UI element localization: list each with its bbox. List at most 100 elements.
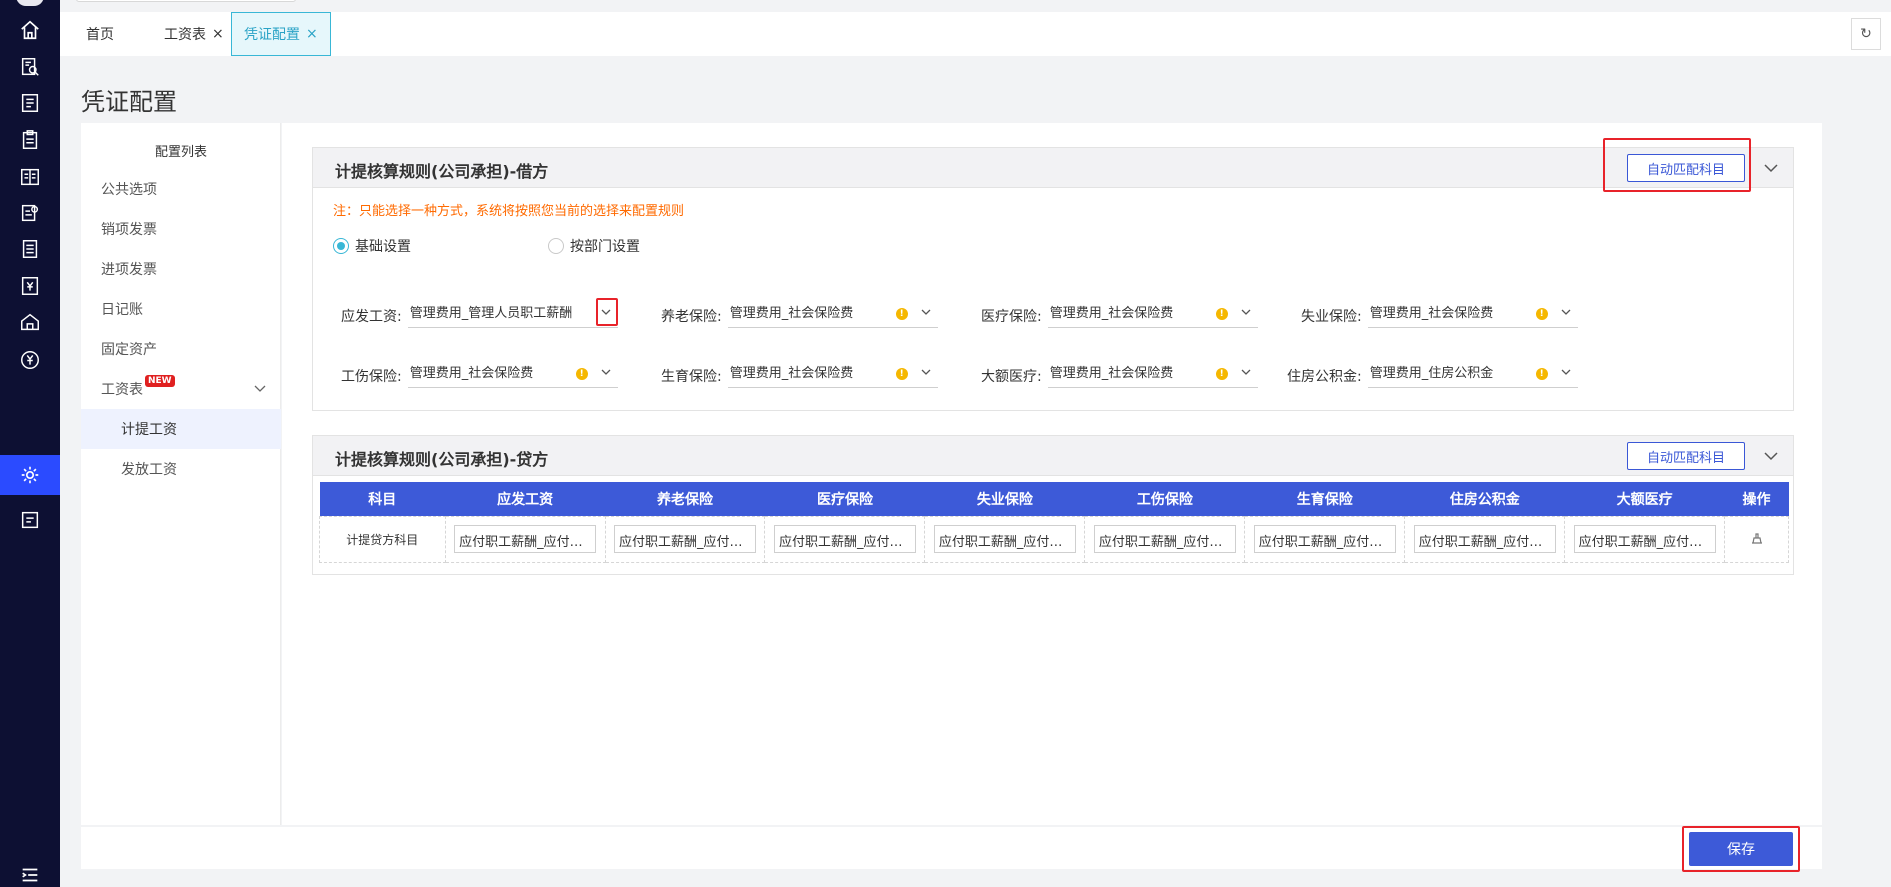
top-strip [60, 0, 1891, 12]
table-cell [1724, 515, 1789, 563]
account-input[interactable]: 应付职工薪酬_应付社会保险费 [773, 525, 916, 553]
field-label: 应发工资: [341, 309, 402, 325]
account-input[interactable]: 应付职工薪酬_应付工资 [454, 525, 597, 553]
ledger-icon[interactable] [0, 157, 60, 197]
select-value: 管理费用_社会保险费 [1369, 306, 1494, 321]
tab-voucher-config[interactable]: 凭证配置 × [231, 12, 331, 56]
account-select[interactable]: 管理费用_管理人员职工薪酬 [407, 298, 618, 328]
credit-section-header: 计提核算规则(公司承担)-贷方 自动匹配科目 [313, 436, 1793, 476]
close-icon[interactable]: × [212, 26, 224, 42]
sidebar-item-accrue-salary[interactable]: 计提工资 [81, 409, 281, 449]
select-value: 管理费用_社会保险费 [729, 306, 854, 321]
clear-icon[interactable] [1750, 531, 1764, 545]
select-value: 管理费用_住房公积金 [1369, 366, 1494, 381]
field-major-medical: 大额医疗: 管理费用_社会保险费 ! [981, 358, 1258, 388]
tab-home[interactable]: 首页 [86, 12, 114, 56]
warning-icon: ! [895, 308, 908, 320]
account-select[interactable]: 管理费用_社会保险费 ! [1047, 298, 1258, 328]
account-input[interactable]: 应付职工薪酬_应付社会保险费 [933, 525, 1076, 553]
radio-basic-settings[interactable]: 基础设置 [333, 236, 411, 256]
report-icon[interactable] [0, 229, 60, 269]
chevron-down-icon[interactable] [920, 306, 932, 318]
save-button[interactable]: 保存 [1689, 832, 1793, 866]
menu-collapse-icon[interactable] [0, 855, 60, 887]
sidebar-item-pay-salary[interactable]: 发放工资 [81, 449, 281, 489]
sidebar-item-label: 销项发票 [101, 222, 157, 238]
yen-document-icon[interactable] [0, 266, 60, 306]
chevron-down-icon[interactable] [1560, 366, 1572, 378]
field-maternity: 生育保险: 管理费用_社会保险费 ! [661, 358, 938, 388]
sidebar-item-label: 进项发票 [101, 262, 157, 278]
account-select[interactable]: 管理费用_社会保险费 ! [727, 358, 938, 388]
building-icon[interactable] [0, 302, 60, 342]
sidebar-item-journal[interactable]: 日记账 [81, 289, 281, 329]
account-select[interactable]: 管理费用_社会保险费 ! [1047, 358, 1258, 388]
select-value: 管理费用_社会保险费 [409, 366, 534, 381]
chevron-down-icon[interactable] [920, 366, 932, 378]
home-icon[interactable] [0, 10, 60, 50]
chevron-down-icon[interactable] [253, 381, 267, 395]
sidebar-item-salary-sheet[interactable]: 工资表 NEW [81, 369, 281, 409]
section-title: 计提核算规则(公司承担)-贷方 [335, 450, 549, 469]
settings-document-icon[interactable] [0, 193, 60, 233]
chevron-down-icon[interactable] [600, 306, 612, 318]
column-header: 科目 [319, 482, 446, 516]
auto-match-button[interactable]: 自动匹配科目 [1627, 442, 1745, 470]
chevron-down-icon[interactable] [1763, 448, 1779, 464]
field-medical: 医疗保险: 管理费用_社会保险费 ! [981, 298, 1258, 328]
sidebar-title: 配置列表 [154, 145, 207, 160]
table-header-row: 科目 应发工资 养老保险 医疗保险 失业保险 工伤保险 生育保险 住房公积金 大… [319, 482, 1789, 516]
warning-icon: ! [1535, 308, 1548, 320]
clipboard-icon[interactable] [0, 120, 60, 160]
account-input[interactable]: 应付职工薪酬_应付社会保险费 [1573, 525, 1716, 553]
column-header: 应发工资 [445, 482, 606, 516]
table-cell: 应付职工薪酬_应付工资 [444, 515, 606, 563]
column-header: 大额医疗 [1564, 482, 1725, 516]
chevron-down-icon[interactable] [1560, 306, 1572, 318]
tab-label: 首页 [86, 27, 114, 43]
field-label: 养老保险: [661, 309, 722, 325]
account-input[interactable]: 应付职工薪酬_应付社会保险费 [614, 525, 757, 553]
form-icon[interactable] [0, 500, 60, 540]
debit-section: 计提核算规则(公司承担)-借方 自动匹配科目 注：只能选择一种方式，系统将按照您… [312, 138, 1794, 411]
sidebar-item-fixed-assets[interactable]: 固定资产 [81, 329, 281, 369]
list-document-icon[interactable] [0, 83, 60, 123]
avatar[interactable] [16, 0, 44, 6]
account-select[interactable]: 管理费用_住房公积金 ! [1367, 358, 1578, 388]
left-nav-rail [0, 0, 60, 887]
chevron-down-icon[interactable] [600, 366, 612, 378]
gear-icon[interactable] [0, 455, 60, 495]
account-input[interactable]: 应付职工薪酬_应付社会保险费 [1253, 525, 1396, 553]
sidebar-item-purchase-invoice[interactable]: 进项发票 [81, 249, 281, 289]
top-search-pill[interactable] [76, 0, 296, 2]
account-select[interactable]: 管理费用_社会保险费 ! [1367, 298, 1578, 328]
chevron-down-icon[interactable] [1763, 160, 1779, 176]
tab-bar: 首页 工资表 × 凭证配置 × ↻ [60, 12, 1891, 56]
radio-by-department[interactable]: 按部门设置 [548, 236, 640, 256]
close-icon[interactable]: × [306, 26, 318, 42]
account-input[interactable]: 应付职工薪酬_应付住房公积金 [1413, 525, 1556, 553]
field-gross-salary: 应发工资: 管理费用_管理人员职工薪酬 [341, 298, 618, 328]
sidebar-item-public-options[interactable]: 公共选项 [81, 169, 281, 209]
section-title: 计提核算规则(公司承担)-借方 [335, 162, 549, 181]
select-value: 管理费用_管理人员职工薪酬 [409, 306, 573, 321]
account-select[interactable]: 管理费用_社会保险费 ! [407, 358, 618, 388]
table-row: 计提贷方科目 应付职工薪酬_应付工资 应付职工薪酬_应付社会保险费 应付职工薪酬… [319, 515, 1789, 563]
refresh-icon[interactable]: ↻ [1851, 18, 1881, 50]
chevron-down-icon[interactable] [1240, 306, 1252, 318]
column-header: 操作 [1724, 482, 1789, 516]
field-label: 失业保险: [1301, 309, 1362, 325]
account-select[interactable]: 管理费用_社会保险费 ! [727, 298, 938, 328]
chevron-down-icon[interactable] [1240, 366, 1252, 378]
sidebar-item-label: 工资表 [101, 382, 143, 398]
sidebar-item-label: 日记账 [101, 302, 143, 318]
account-input[interactable]: 应付职工薪酬_应付社会保险费 [1093, 525, 1236, 553]
field-work-injury: 工伤保险: 管理费用_社会保险费 ! [341, 358, 618, 388]
sidebar-item-sales-invoice[interactable]: 销项发票 [81, 209, 281, 249]
field-label: 医疗保险: [981, 309, 1042, 325]
debit-section-header: 计提核算规则(公司承担)-借方 自动匹配科目 [313, 138, 1793, 192]
yen-circle-icon[interactable] [0, 340, 60, 380]
highlight-box [1603, 138, 1751, 192]
search-document-icon[interactable] [0, 47, 60, 87]
tab-salary-sheet[interactable]: 工资表 × [164, 12, 224, 56]
